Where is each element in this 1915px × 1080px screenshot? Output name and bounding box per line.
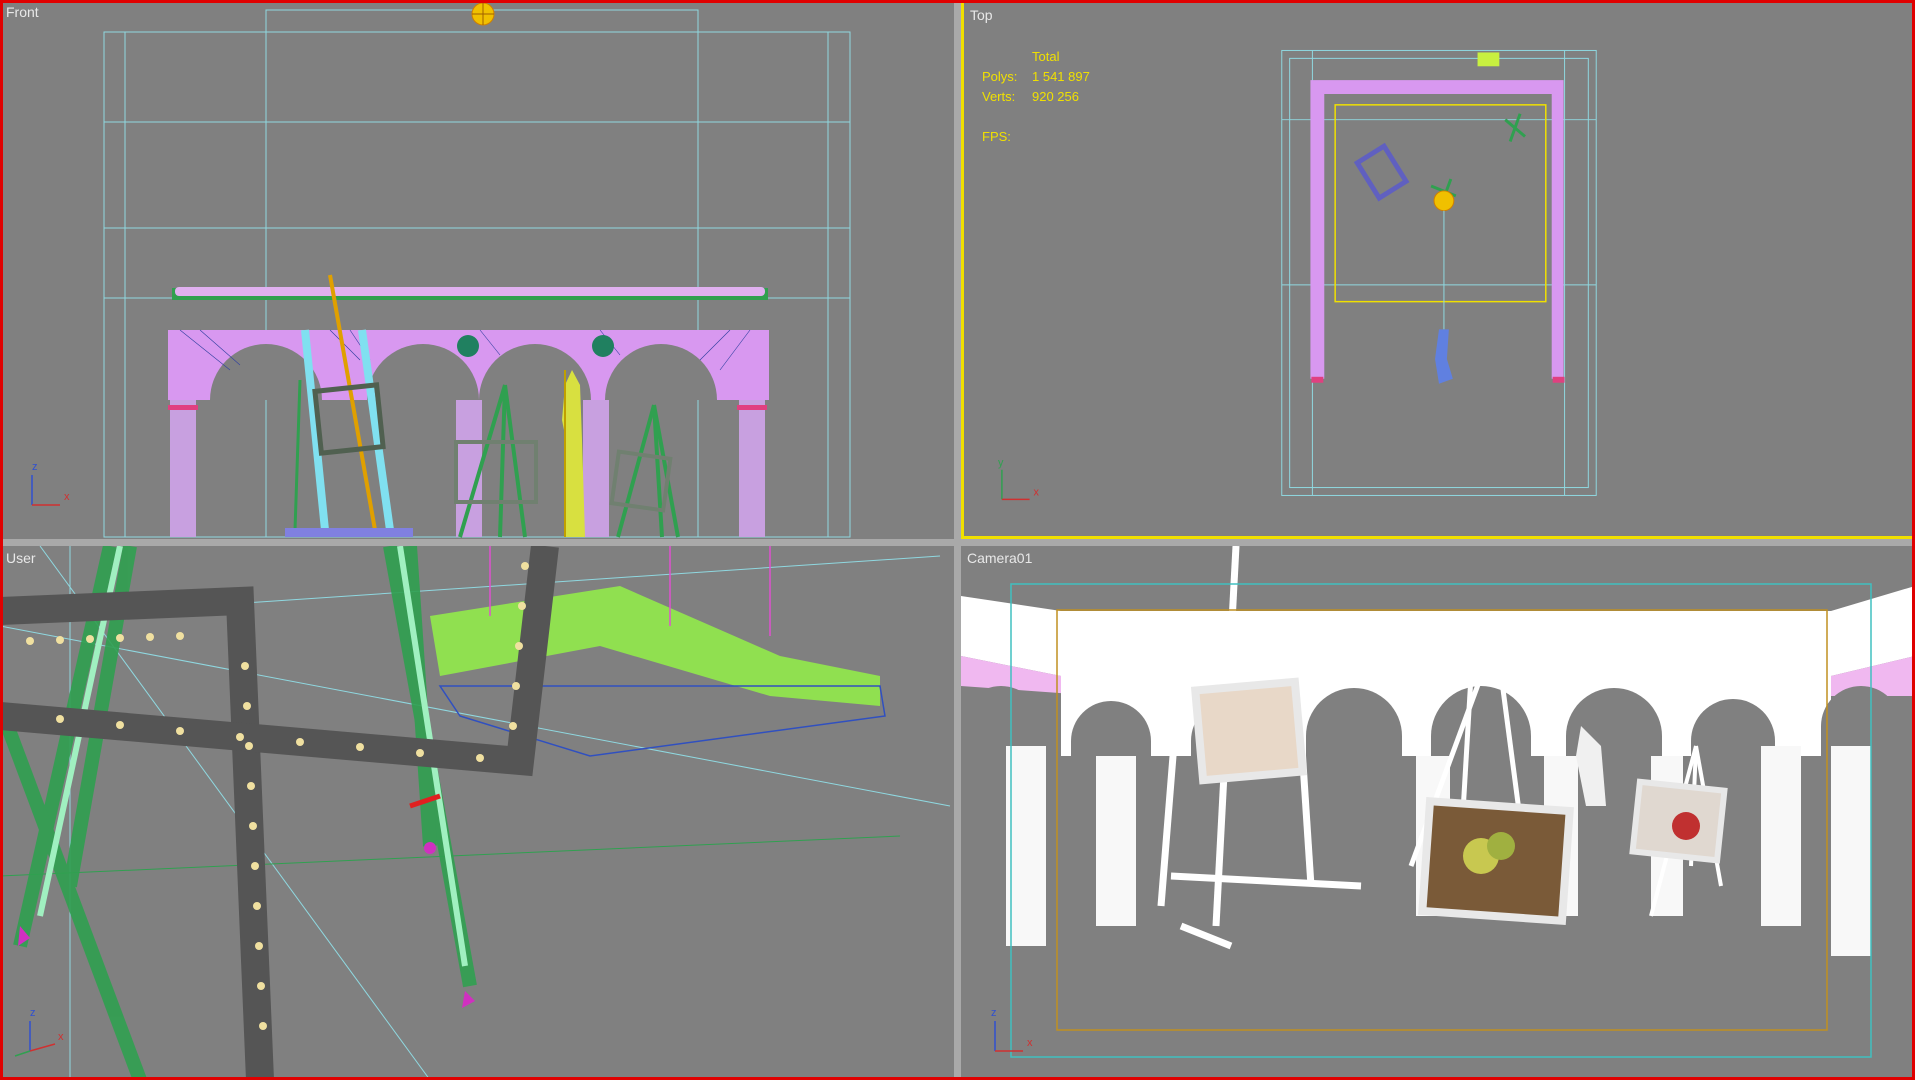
axis-x-label-camera: x (1027, 1037, 1033, 1049)
viewport-label-front[interactable]: Front (6, 4, 39, 20)
axis-gizmo-top: y x (998, 457, 1040, 501)
viewport-front[interactable]: Front z x (0, 0, 954, 539)
easel-front-3 (609, 404, 680, 538)
camera-scene: z x (961, 546, 1915, 1058)
stats-verts-value: 920 256 (1032, 89, 1079, 104)
stats-verts-label: Verts: (982, 89, 1016, 104)
viewport-user[interactable]: User z x (0, 546, 954, 1080)
axis-y-label: y (998, 457, 1004, 469)
axis-gizmo-camera: z x (991, 1007, 1033, 1052)
front-scene: z x (31, 2, 851, 538)
viewport-top[interactable]: Top Total Polys: 1 541 897 Verts: 920 256 … (961, 0, 1915, 539)
viewport-camera[interactable]: Camera01 z x (961, 546, 1915, 1080)
floor-slab (430, 586, 880, 706)
user-scene: z x (0, 546, 951, 1080)
axis-gizmo-user: z x (14, 1007, 64, 1057)
light-top (1433, 190, 1455, 212)
axis-z-label-camera: z (991, 1007, 997, 1019)
easel-top-1 (1353, 142, 1410, 202)
axis-gizmo-front: z x (31, 461, 70, 506)
painting-camera-1 (1190, 677, 1308, 785)
viewport-label-top[interactable]: Top (970, 7, 993, 23)
axis-z-label: z (32, 461, 38, 473)
sphere-icon (471, 2, 495, 26)
easel-top-2 (1504, 113, 1526, 142)
stats-polys-label: Polys: (982, 69, 1018, 84)
axis-z-label-user: z (30, 1007, 36, 1019)
easel-front-1 (285, 274, 413, 537)
arcade-top (1310, 80, 1564, 379)
viewport-label-camera[interactable]: Camera01 (967, 550, 1032, 566)
camera-top (1435, 329, 1453, 384)
top-scene: y x (998, 49, 1597, 501)
axis-x-label-top: x (1034, 486, 1040, 498)
axis-x-label-user: x (58, 1031, 64, 1043)
arcade-front (168, 287, 769, 537)
scene-statistics: Total Polys: 1 541 897 Verts: 920 256 FPS: (982, 47, 1090, 147)
stats-total-label: Total (1032, 49, 1060, 64)
stats-polys-value: 1 541 897 (1032, 69, 1090, 84)
axis-x-label: x (64, 491, 70, 503)
stats-fps-label: FPS: (982, 129, 1011, 144)
viewport-label-user[interactable]: User (6, 550, 36, 566)
viewport-splitter-horizontal[interactable] (0, 539, 1915, 546)
